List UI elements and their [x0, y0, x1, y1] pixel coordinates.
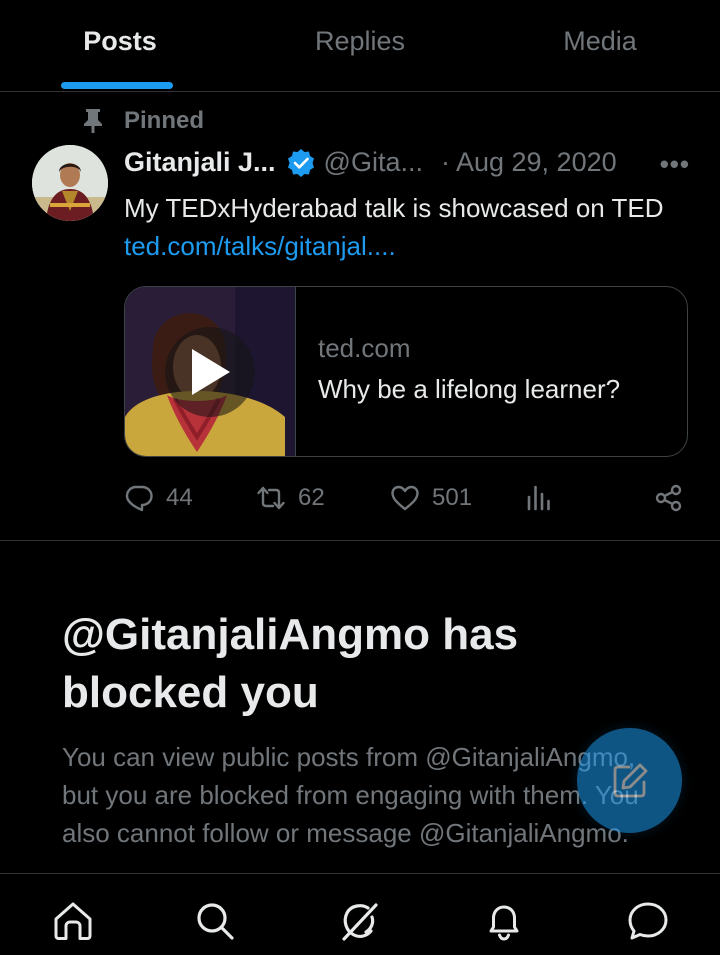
tab-media[interactable]: Media	[480, 0, 720, 91]
card-title: Why be a lifelong learner?	[318, 374, 621, 404]
nav-search[interactable]	[192, 898, 238, 944]
like-count: 501	[432, 484, 473, 511]
pinned-text: Pinned	[124, 107, 205, 134]
pin-icon	[84, 109, 102, 133]
profile-tabs: Posts Replies Media	[0, 0, 720, 92]
repost-count: 62	[298, 484, 325, 511]
grok-icon	[342, 903, 378, 941]
compose-icon	[613, 763, 647, 797]
tab-media-label: Media	[563, 26, 637, 56]
post-date[interactable]: Aug 29, 2020	[456, 147, 617, 178]
nav-home[interactable]	[50, 898, 96, 944]
bottom-navigation	[0, 873, 720, 955]
pinned-post[interactable]: Pinned Gitanjali J... @Gita... · Aug 29,…	[0, 93, 720, 541]
reply-icon	[125, 485, 153, 512]
post-text-body: My TEDxHyderabad talk is showcased on TE…	[124, 193, 664, 223]
compose-button[interactable]	[577, 728, 682, 833]
home-icon	[54, 902, 92, 940]
nav-messages[interactable]	[625, 898, 671, 944]
nav-grok[interactable]	[337, 898, 383, 944]
repost-button[interactable]: 62	[256, 483, 325, 513]
tab-replies-label: Replies	[314, 26, 406, 56]
blocked-title: @GitanjaliAngmo has blocked you	[62, 610, 519, 717]
post-text: My TEDxHyderabad talk is showcased on TE…	[124, 189, 680, 265]
separator-dot: ·	[440, 147, 450, 177]
tab-replies[interactable]: Replies	[240, 0, 480, 91]
author-handle[interactable]: @Gita...	[324, 147, 423, 178]
reply-count: 44	[166, 484, 193, 511]
tab-posts[interactable]: Posts	[0, 0, 240, 91]
author-name[interactable]: Gitanjali J...	[124, 147, 276, 178]
analytics-icon	[527, 485, 550, 511]
chat-icon	[628, 902, 668, 940]
play-button[interactable]	[165, 326, 255, 417]
active-tab-indicator	[61, 82, 173, 89]
bell-icon	[489, 905, 519, 941]
link-preview-card[interactable]: ted.com Why be a lifelong learner?	[124, 286, 688, 457]
play-icon	[192, 348, 230, 395]
like-button[interactable]: 501	[390, 483, 472, 513]
card-domain: ted.com	[318, 333, 411, 363]
search-icon	[197, 903, 234, 940]
post-link[interactable]: ted.com/talks/gitanjal....	[124, 231, 396, 261]
post-header: Gitanjali J... @Gita... · Aug 29, 2020 •…	[124, 147, 690, 180]
share-icon	[655, 484, 682, 512]
author-avatar[interactable]	[32, 145, 108, 221]
repost-icon	[257, 486, 285, 510]
pinned-label-row: Pinned	[82, 107, 204, 135]
more-options-icon[interactable]: •••	[660, 149, 690, 180]
video-thumbnail[interactable]	[125, 287, 296, 456]
share-button[interactable]	[654, 483, 696, 513]
tab-posts-label: Posts	[83, 26, 157, 56]
heart-icon	[391, 485, 419, 511]
nav-notifications[interactable]	[481, 898, 527, 944]
post-actions: 44 62 501	[124, 483, 690, 519]
verified-badge-icon	[287, 148, 314, 177]
views-button[interactable]	[524, 483, 566, 513]
reply-button[interactable]: 44	[124, 483, 193, 513]
card-body: ted.com Why be a lifelong learner?	[296, 287, 620, 456]
